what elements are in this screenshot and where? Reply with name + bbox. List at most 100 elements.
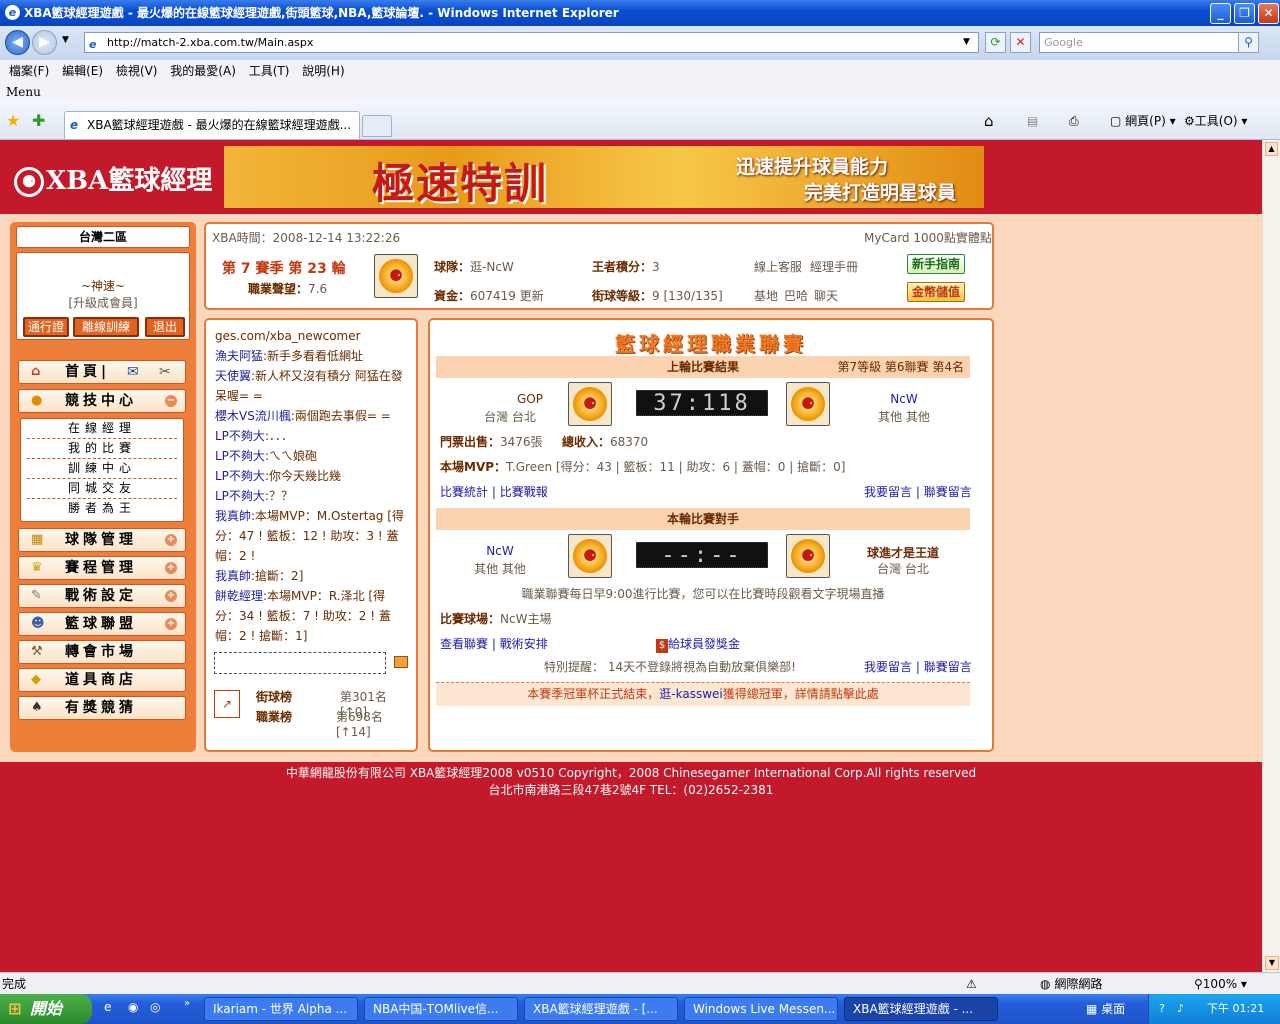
menu-file[interactable]: 檔案(F) bbox=[9, 60, 49, 82]
nav-arena[interactable]: ● 競技中心 − bbox=[18, 389, 186, 413]
search-input[interactable]: Google bbox=[1039, 32, 1259, 53]
expand-icon[interactable]: + bbox=[165, 618, 177, 630]
expand-icon[interactable]: + bbox=[165, 590, 177, 602]
view-league-link[interactable]: 查看聯賽 bbox=[440, 637, 488, 651]
this-home-team[interactable]: NcW bbox=[470, 544, 530, 558]
chat-user[interactable]: 我真帥 bbox=[215, 509, 251, 523]
close-button[interactable]: ✕ bbox=[1258, 3, 1279, 24]
expand-icon[interactable]: + bbox=[165, 562, 177, 574]
forward-button[interactable]: ▶ bbox=[32, 30, 57, 55]
menu-edit[interactable]: 編輯(E) bbox=[62, 60, 103, 82]
sub-winner-king[interactable]: 勝者為王 bbox=[27, 499, 177, 519]
nav-transfer[interactable]: ⚒ 轉會市場 bbox=[18, 640, 186, 664]
feeds-icon[interactable]: ▤ bbox=[1027, 111, 1038, 131]
bonus-link[interactable]: $ 給球員發獎金 bbox=[656, 635, 740, 653]
home-team-name[interactable]: GOP bbox=[490, 392, 570, 406]
chat-user[interactable]: 櫻木VS流川楓 bbox=[215, 409, 291, 423]
nav-schedule[interactable]: ♛ 賽程管理 + bbox=[18, 556, 186, 580]
zoom-control[interactable]: ⚲100% ▾ bbox=[1194, 973, 1247, 995]
maximize-button[interactable]: ❐ bbox=[1234, 3, 1255, 24]
mycard-link[interactable]: MyCard 1000點實體點 bbox=[864, 229, 992, 246]
menu-favorites[interactable]: 我的最愛(A) bbox=[170, 60, 236, 82]
task-ikariam[interactable]: Ikariam - 世界 Alpha ... bbox=[204, 997, 358, 1021]
offline-training-button[interactable]: 離線訓練 bbox=[73, 317, 139, 337]
sub-training-center[interactable]: 訓練中心 bbox=[27, 459, 177, 479]
chat-input[interactable] bbox=[214, 652, 386, 674]
nav-quiz[interactable]: ♠ 有獎競猜 bbox=[18, 696, 186, 720]
mail-icon[interactable]: ✉ bbox=[127, 361, 139, 383]
desktop-toolbar[interactable]: ▦ 桌面 bbox=[1086, 1000, 1125, 1017]
collapse-icon[interactable]: − bbox=[165, 395, 177, 407]
match-report-link[interactable]: 比賽戰報 bbox=[500, 485, 548, 499]
chat-user[interactable]: 天使翼 bbox=[215, 369, 251, 383]
bahamut-link[interactable]: 巴哈 bbox=[784, 287, 808, 304]
team-value[interactable]: 逛-NcW bbox=[470, 260, 514, 274]
media-quicklaunch-icon[interactable]: ◎ bbox=[150, 1000, 160, 1014]
task-xba-2[interactable]: XBA籃球經理遊戲 - ... bbox=[844, 997, 998, 1021]
match-stats-link[interactable]: 比賽統計 bbox=[440, 485, 488, 499]
address-dropdown-icon[interactable]: ▼ bbox=[963, 37, 970, 47]
volume-tray-icon[interactable]: ♪ bbox=[1177, 994, 1184, 1024]
manager-manual-link[interactable]: 經理手冊 bbox=[810, 258, 858, 275]
chat-user[interactable]: LP不夠大 bbox=[215, 489, 265, 503]
nav-home[interactable]: ⌂ 首頁| ✉ ✂ bbox=[18, 360, 186, 384]
site-logo[interactable]: ⚈ XBA籃球經理 bbox=[14, 160, 212, 197]
chat-user[interactable]: LP不夠大 bbox=[215, 429, 265, 443]
vertical-scrollbar[interactable]: ▲ ▼ bbox=[1262, 140, 1280, 972]
nav-tactics[interactable]: ✎ 戰術設定 + bbox=[18, 584, 186, 608]
menu-help[interactable]: 說明(H) bbox=[302, 60, 344, 82]
address-input[interactable]: e http://match-2.xba.com.tw/Main.aspx bbox=[84, 32, 979, 53]
scroll-up-icon[interactable]: ▲ bbox=[1265, 142, 1278, 156]
tactics-link[interactable]: 戰術安排 bbox=[500, 637, 548, 651]
quicklaunch-icon[interactable]: ◉ bbox=[128, 1000, 138, 1014]
cup-winner[interactable]: 逛-kasswei bbox=[659, 687, 722, 701]
home-icon[interactable]: ⌂ bbox=[984, 111, 994, 131]
league-message-link-2[interactable]: 聯賽留言 bbox=[924, 660, 972, 674]
base-link[interactable]: 基地 bbox=[754, 287, 778, 304]
task-xba-1[interactable]: XBA籃球經理遊戲 - [... bbox=[524, 997, 678, 1021]
sub-city-friends[interactable]: 同城交友 bbox=[27, 479, 177, 499]
menu-view[interactable]: 檢視(V) bbox=[116, 60, 158, 82]
leave-message-link-2[interactable]: 我要留言 bbox=[864, 660, 912, 674]
page-menu[interactable]: ▢ 網頁(P) ▾ bbox=[1110, 111, 1176, 131]
online-support-link[interactable]: 線上客服 bbox=[754, 258, 802, 275]
help-tray-icon[interactable]: ? bbox=[1159, 994, 1165, 1024]
task-nba[interactable]: NBA中国-TOMlive信... bbox=[364, 997, 518, 1021]
passport-button[interactable]: 通行證 bbox=[23, 317, 69, 337]
chat-user[interactable]: 漁夫阿猛 bbox=[215, 349, 263, 363]
history-dropdown-icon[interactable]: ▼ bbox=[62, 35, 69, 45]
more-quicklaunch-icon[interactable]: » bbox=[184, 998, 190, 1009]
print-icon[interactable]: ⎙ bbox=[1069, 111, 1079, 131]
ie-quicklaunch-icon[interactable]: e bbox=[104, 1000, 111, 1014]
upgrade-member-link[interactable]: [升級成會員] bbox=[17, 294, 189, 311]
menu-tools[interactable]: 工具(T) bbox=[249, 60, 290, 82]
tools-menu[interactable]: ⚙工具(O) ▾ bbox=[1184, 111, 1247, 131]
task-messenger[interactable]: Windows Live Messen... bbox=[684, 997, 838, 1021]
favorites-star-icon[interactable]: ★ bbox=[6, 111, 20, 130]
search-icon[interactable]: ⚲ bbox=[1238, 32, 1259, 53]
chat-user[interactable]: 我真帥 bbox=[215, 569, 251, 583]
chat-send-icon[interactable] bbox=[394, 656, 408, 668]
nav-shop[interactable]: ◆ 道具商店 bbox=[18, 668, 186, 692]
minimize-button[interactable]: _ bbox=[1210, 3, 1231, 24]
refresh-button[interactable]: ⟳ bbox=[985, 32, 1006, 53]
chat-user[interactable]: LP不夠大 bbox=[215, 449, 265, 463]
nav-league[interactable]: ☻ 籃球聯盟 + bbox=[18, 612, 186, 636]
tools-icon[interactable]: ✂ bbox=[159, 361, 171, 383]
sub-my-matches[interactable]: 我的比賽 bbox=[27, 439, 177, 459]
chat-link[interactable]: 聊天 bbox=[814, 287, 838, 304]
away-team-name[interactable]: NcW bbox=[864, 392, 944, 406]
funds-update-link[interactable]: 更新 bbox=[520, 289, 544, 303]
cup-notice[interactable]: 本賽季冠軍杯正式結束，逛-kasswei獲得總冠軍，詳情請點擊此處 bbox=[436, 682, 970, 706]
this-away-team[interactable]: 球進才是王道 bbox=[858, 544, 948, 561]
promo-banner[interactable]: 極速特訓 迅速提升球員能力 完美打造明星球員 bbox=[224, 146, 984, 208]
league-message-link[interactable]: 聯賽留言 bbox=[924, 485, 972, 499]
tab-xba[interactable]: e XBA籃球經理遊戲 - 最火爆的在線籃球經理遊戲... bbox=[64, 111, 360, 139]
stop-button[interactable]: ✕ bbox=[1010, 32, 1031, 53]
expand-icon[interactable]: + bbox=[165, 534, 177, 546]
chat-user[interactable]: LP不夠大 bbox=[215, 469, 265, 483]
nav-team-management[interactable]: ▦ 球隊管理 + bbox=[18, 528, 186, 552]
add-favorites-icon[interactable]: ✚ bbox=[32, 111, 45, 130]
chat-user[interactable]: 餅乾經理 bbox=[215, 589, 263, 603]
new-tab-button[interactable] bbox=[362, 115, 392, 137]
